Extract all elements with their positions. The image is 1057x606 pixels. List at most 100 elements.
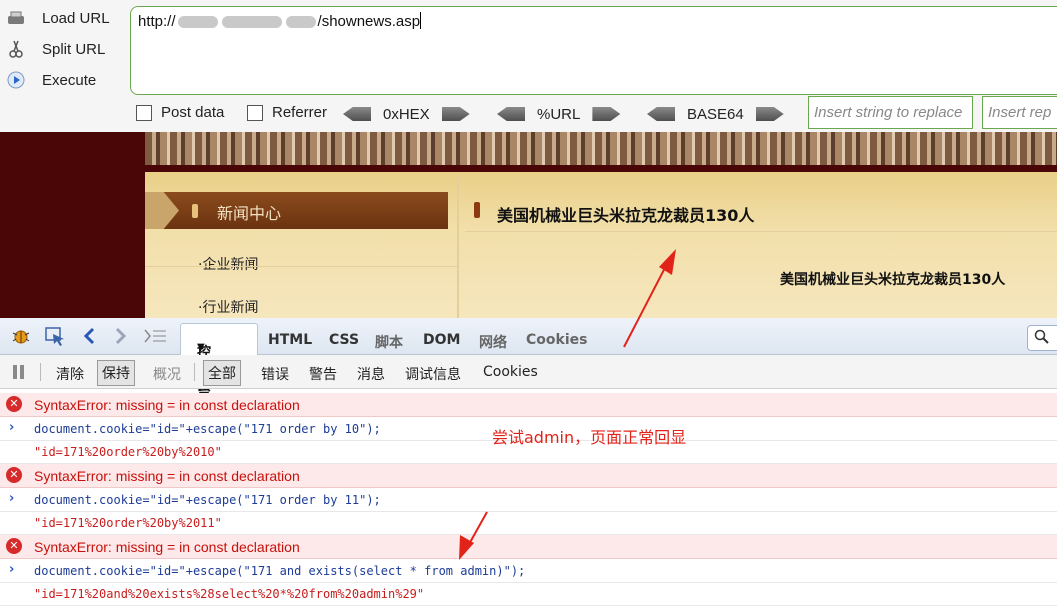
error-icon: ✕	[6, 467, 22, 483]
separator	[194, 363, 195, 381]
sidebar-item-industry-news[interactable]: ·行业新闻	[198, 297, 258, 317]
result-text[interactable]: "id=171%20order%20by%2010"	[34, 445, 222, 459]
redacted-host-3	[285, 16, 316, 29]
tab-console[interactable]: 控制台 ▼	[180, 323, 258, 401]
filter-errors-button[interactable]: 错误	[258, 363, 292, 385]
url-textarea[interactable]: http:// /shownews.asp	[130, 6, 1057, 95]
chevron-right-icon	[145, 192, 179, 229]
base64-label: BASE64	[687, 105, 744, 123]
error-icon: ✕	[6, 396, 22, 412]
hackbar-panel: Load URL Split URL Execute http:// /shown…	[0, 0, 1057, 132]
console-toolbar: 清除 保持 概况 全部 错误 警告 消息 调试信息 Cookies	[0, 355, 1057, 389]
base64-encoder: BASE64	[647, 105, 784, 123]
console-result-row: "id=171%20and%20exists%28select%20*%20fr…	[0, 582, 1057, 606]
play-icon	[6, 70, 26, 90]
filter-warnings-button[interactable]: 警告	[306, 363, 340, 385]
back-arrow-icon[interactable]	[82, 327, 96, 349]
execute-label: Execute	[42, 71, 97, 89]
scissors-icon	[6, 39, 26, 59]
url-decode-arrow-icon[interactable]	[497, 107, 525, 121]
split-url-button[interactable]: Split URL	[6, 37, 105, 61]
hex-decode-arrow-icon[interactable]	[343, 107, 371, 121]
post-data-label: Post data	[161, 104, 225, 121]
title-bullet-icon	[474, 202, 480, 218]
tab-html[interactable]: HTML	[268, 332, 312, 348]
command-text[interactable]: document.cookie="id="+escape("171 order …	[34, 422, 381, 436]
firebug-toolbar: 控制台 ▼ HTML CSS 脚本 DOM 网络 Cookies	[0, 318, 1057, 401]
console-error-row: ✕ SyntaxError: missing = in const declar…	[0, 535, 1057, 559]
console-error-row: ✕ SyntaxError: missing = in const declar…	[0, 464, 1057, 488]
news-center-title: 新闻中心	[217, 204, 282, 223]
result-text[interactable]: "id=171%20order%20by%2011"	[34, 516, 222, 530]
url-encoder: %URL	[497, 105, 621, 123]
referrer-checkbox[interactable]: Referrer	[247, 104, 327, 121]
base64-decode-arrow-icon[interactable]	[647, 107, 675, 121]
tab-network[interactable]: 网络	[479, 332, 507, 352]
load-url-icon	[6, 8, 26, 28]
hex-encoder: 0xHEX	[343, 105, 470, 123]
command-line-icon[interactable]	[144, 328, 168, 348]
post-data-box[interactable]	[136, 104, 152, 121]
console-command-row: › document.cookie="id="+escape("171 and …	[0, 559, 1057, 583]
url-enc-label: %URL	[537, 105, 581, 123]
split-url-label: Split URL	[42, 40, 106, 58]
replace-string-input[interactable]: Insert string to replace	[808, 96, 973, 129]
chevron-right-icon: ›	[9, 562, 15, 577]
command-text[interactable]: document.cookie="id="+escape("171 and ex…	[34, 564, 525, 578]
url-suffix: /shownews.asp	[317, 13, 421, 30]
load-url-label: Load URL	[42, 9, 110, 27]
forward-arrow-icon[interactable]	[114, 327, 128, 349]
error-icon: ✕	[6, 538, 22, 554]
replace-with-placeholder: Insert rep	[988, 104, 1052, 121]
annotation-note: 尝试admin，页面正常回显	[492, 428, 687, 447]
post-data-checkbox[interactable]: Post data	[136, 104, 224, 121]
execute-button[interactable]: Execute	[6, 68, 96, 92]
chevron-right-icon: ›	[9, 420, 15, 435]
result-text[interactable]: "id=171%20and%20exists%28select%20*%20fr…	[34, 587, 424, 601]
title-divider	[465, 231, 1057, 232]
tab-script[interactable]: 脚本	[375, 332, 403, 352]
article-title: 美国机械业巨头米拉克龙裁员130人	[497, 206, 755, 225]
search-input[interactable]	[1027, 325, 1057, 351]
firebug-panel: 控制台 ▼ HTML CSS 脚本 DOM 网络 Cookies 清除 保持 概…	[0, 318, 1057, 606]
filter-cookies-button[interactable]: Cookies	[480, 363, 541, 381]
chevron-right-icon: ›	[9, 491, 15, 506]
filter-all-button[interactable]: 全部	[203, 360, 241, 386]
error-message[interactable]: SyntaxError: missing = in const declarat…	[34, 397, 300, 413]
referrer-box[interactable]	[247, 104, 263, 121]
error-message[interactable]: SyntaxError: missing = in const declarat…	[34, 468, 300, 484]
text-caret	[420, 12, 422, 29]
tab-css[interactable]: CSS	[329, 332, 359, 348]
console-result-row: "id=171%20order%20by%2011"	[0, 511, 1057, 535]
firebug-bug-icon[interactable]	[10, 327, 32, 349]
url-prefix: http://	[138, 13, 176, 30]
filter-debug-button[interactable]: 调试信息	[402, 363, 464, 385]
hex-label: 0xHEX	[383, 105, 430, 123]
replace-with-input[interactable]: Insert rep	[982, 96, 1057, 129]
profile-button[interactable]: 概况	[150, 363, 184, 385]
console-error-row: ✕ SyntaxError: missing = in const declar…	[0, 393, 1057, 417]
filter-info-button[interactable]: 消息	[354, 363, 388, 385]
news-center-header: 新闻中心	[145, 192, 448, 229]
inspect-icon[interactable]	[44, 326, 66, 350]
banner-image	[145, 132, 1057, 165]
pause-icon[interactable]	[10, 363, 28, 385]
base64-encode-arrow-icon[interactable]	[755, 107, 784, 121]
console-command-row: › document.cookie="id="+escape("171 orde…	[0, 488, 1057, 512]
clear-button[interactable]: 清除	[53, 363, 87, 385]
replace-string-placeholder: Insert string to replace	[814, 104, 963, 121]
error-message[interactable]: SyntaxError: missing = in const declarat…	[34, 539, 300, 555]
command-text[interactable]: document.cookie="id="+escape("171 order …	[34, 493, 381, 507]
bullet-icon	[192, 204, 198, 218]
url-encode-arrow-icon[interactable]	[592, 107, 621, 121]
load-url-button[interactable]: Load URL	[6, 6, 110, 30]
tab-dom[interactable]: DOM	[423, 332, 460, 348]
redacted-host	[177, 16, 218, 29]
dropdown-caret-icon: ▼	[197, 342, 205, 353]
search-icon	[1034, 329, 1050, 349]
column-divider	[457, 172, 459, 318]
tab-cookies[interactable]: Cookies	[526, 332, 587, 348]
sidebar-item-company-news[interactable]: ·企业新闻	[198, 254, 258, 274]
persist-button[interactable]: 保持	[97, 360, 135, 386]
hex-encode-arrow-icon[interactable]	[441, 107, 470, 121]
